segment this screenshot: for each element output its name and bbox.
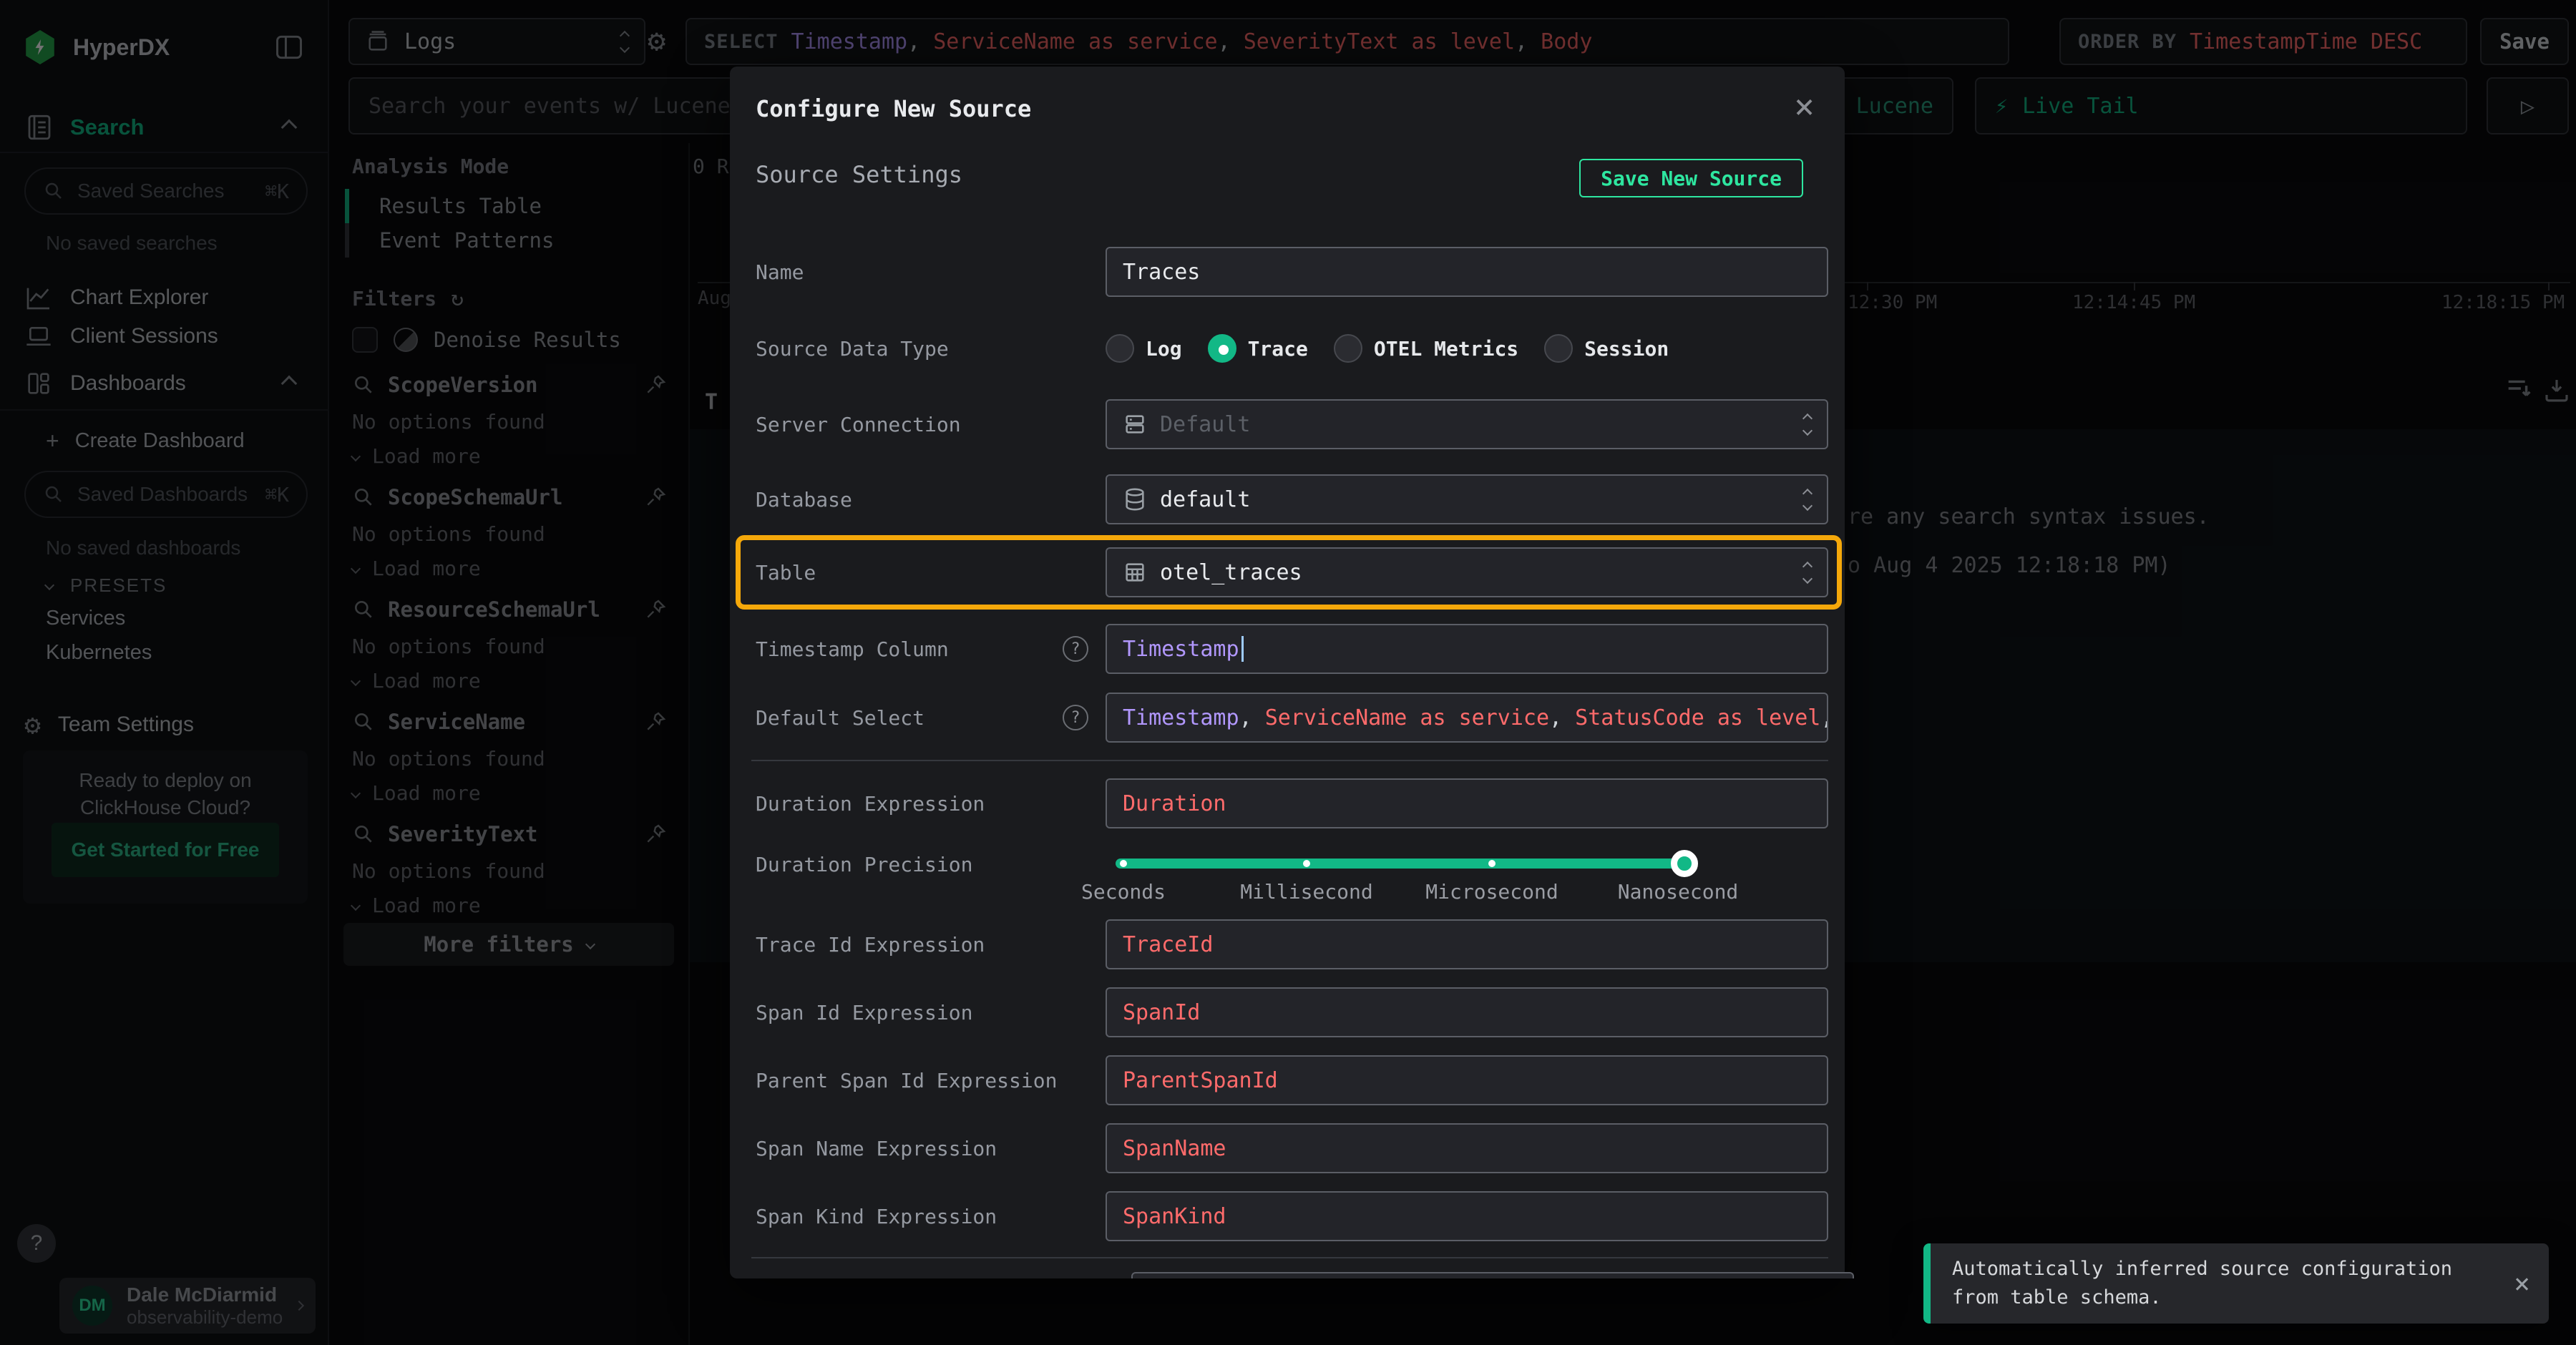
- slider-mark: [1120, 860, 1127, 867]
- span-name-expression-label: Span Name Expression: [756, 1137, 1106, 1160]
- toast-message-line2: from table schema.: [1952, 1283, 2452, 1312]
- table-select[interactable]: otel_traces: [1106, 547, 1828, 597]
- radio-otel-metrics[interactable]: OTEL Metrics: [1334, 334, 1518, 363]
- table-icon: [1123, 560, 1147, 585]
- name-value: Traces: [1123, 260, 1200, 285]
- duration-precision-slider[interactable]: Seconds Millisecond Microsecond Nanoseco…: [1106, 850, 1828, 910]
- duration-precision-label: Duration Precision: [756, 850, 1106, 879]
- name-input[interactable]: Traces: [1106, 247, 1828, 297]
- span-id-expression-value: SpanId: [1123, 1000, 1200, 1025]
- default-select-input[interactable]: Timestamp, ServiceName as service, Statu…: [1106, 693, 1828, 743]
- toast-message-line1: Automatically inferred source configurat…: [1952, 1255, 2452, 1283]
- text-caret: [1241, 636, 1244, 662]
- span-id-expression-label: Span Id Expression: [756, 1001, 1106, 1024]
- radio-circle: [1544, 334, 1573, 363]
- radio-circle: [1334, 334, 1362, 363]
- span-kind-expression-value: SpanKind: [1123, 1204, 1226, 1229]
- slider-label-nanosecond: Nanosecond: [1618, 880, 1739, 904]
- slider-track[interactable]: [1116, 859, 1688, 869]
- configure-source-modal: Configure New Source × Source Settings S…: [730, 67, 1845, 1278]
- timestamp-column-value: Timestamp: [1123, 637, 1239, 662]
- app-screen: HyperDX Search Saved Searches ⌘K No save…: [0, 0, 2576, 1345]
- select-chevrons-icon: [1804, 563, 1811, 582]
- duration-expression-label: Duration Expression: [756, 792, 1106, 816]
- section-title: Source Settings: [756, 161, 962, 188]
- radio-session[interactable]: Session: [1544, 334, 1669, 363]
- radio-session-label: Session: [1584, 337, 1669, 361]
- save-new-source-button[interactable]: Save New Source: [1579, 159, 1803, 197]
- slider-label-millisecond: Millisecond: [1240, 880, 1372, 904]
- database-select[interactable]: default: [1106, 474, 1828, 524]
- radio-circle-selected: [1208, 334, 1236, 363]
- slider-mark: [1303, 860, 1310, 867]
- table-label: Table: [756, 561, 1106, 585]
- radio-trace-label: Trace: [1248, 337, 1308, 361]
- trace-id-expression-input[interactable]: TraceId: [1106, 919, 1828, 969]
- parent-span-id-expression-input[interactable]: ParentSpanId: [1106, 1055, 1828, 1105]
- database-icon: [1123, 487, 1147, 512]
- help-icon[interactable]: ?: [1063, 705, 1088, 730]
- database-value: default: [1160, 487, 1250, 512]
- slider-thumb[interactable]: [1671, 850, 1698, 877]
- select-chevrons-icon: [1804, 415, 1811, 434]
- slider-label-seconds: Seconds: [1081, 880, 1166, 904]
- server-connection-label: Server Connection: [756, 413, 1106, 436]
- slider-label-microsecond: Microsecond: [1425, 880, 1558, 904]
- duration-expression-value: Duration: [1123, 791, 1226, 816]
- radio-trace[interactable]: Trace: [1208, 334, 1308, 363]
- name-label: Name: [756, 260, 1106, 284]
- default-select-value: Timestamp, ServiceName as service, Statu…: [1123, 705, 1828, 730]
- toast-notification: Automatically inferred source configurat…: [1923, 1243, 2549, 1324]
- modal-title: Configure New Source: [756, 95, 1031, 122]
- help-icon[interactable]: ?: [1063, 636, 1088, 662]
- select-chevrons-icon: [1804, 490, 1811, 509]
- radio-otel-metrics-label: OTEL Metrics: [1374, 337, 1518, 361]
- span-name-expression-input[interactable]: SpanName: [1106, 1123, 1828, 1173]
- source-data-type-label: Source Data Type: [756, 337, 1106, 361]
- trace-id-expression-value: TraceId: [1123, 932, 1213, 957]
- divider: [751, 1257, 1828, 1258]
- table-value: otel_traces: [1160, 560, 1302, 585]
- database-label: Database: [756, 488, 1106, 512]
- duration-expression-input[interactable]: Duration: [1106, 778, 1828, 828]
- close-icon[interactable]: ×: [1794, 87, 1815, 127]
- parent-span-id-expression-label: Parent Span Id Expression: [756, 1069, 1106, 1092]
- table-row-highlight: Table otel_traces: [736, 535, 1842, 610]
- radio-circle: [1106, 334, 1134, 363]
- parent-span-id-expression-value: ParentSpanId: [1123, 1068, 1278, 1093]
- span-kind-expression-input[interactable]: SpanKind: [1106, 1191, 1828, 1241]
- server-connection-select[interactable]: Default: [1106, 399, 1828, 449]
- default-select-label: Default Select: [756, 706, 924, 730]
- next-field-partial-input: [1131, 1272, 1854, 1278]
- server-connection-value: Default: [1160, 412, 1250, 437]
- radio-log-label: Log: [1146, 337, 1182, 361]
- trace-id-expression-label: Trace Id Expression: [756, 933, 1106, 957]
- span-name-expression-value: SpanName: [1123, 1136, 1226, 1161]
- server-icon: [1123, 412, 1147, 436]
- timestamp-column-input[interactable]: Timestamp: [1106, 624, 1828, 674]
- timestamp-column-label: Timestamp Column: [756, 637, 949, 661]
- toast-accent-bar: [1923, 1243, 1931, 1324]
- slider-mark: [1488, 860, 1496, 867]
- toast-close-icon[interactable]: ×: [2514, 1268, 2530, 1299]
- span-id-expression-input[interactable]: SpanId: [1106, 987, 1828, 1037]
- divider: [751, 760, 1828, 761]
- radio-log[interactable]: Log: [1106, 334, 1182, 363]
- span-kind-expression-label: Span Kind Expression: [756, 1205, 1106, 1228]
